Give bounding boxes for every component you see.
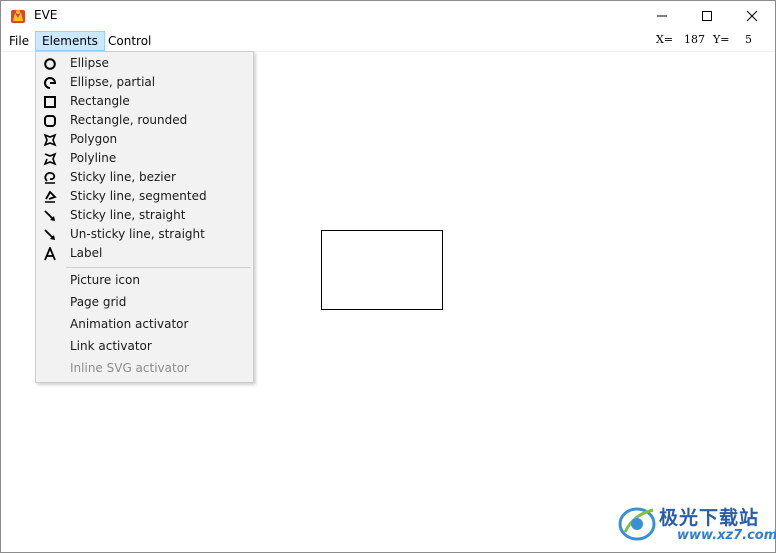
y-coord-value: 5	[745, 33, 752, 46]
menu-file[interactable]: File	[3, 32, 35, 50]
menu-item-picture-icon[interactable]: Picture icon	[36, 271, 253, 290]
title-bar[interactable]: EVE	[1, 1, 775, 31]
menu-item-label: Sticky line, straight	[70, 208, 186, 222]
x-coord-value: 187	[684, 33, 705, 46]
menu-item-sticky-bezier[interactable]: Sticky line, bezier	[36, 168, 253, 187]
maximize-button[interactable]	[684, 1, 730, 31]
rectangle-icon	[44, 96, 56, 108]
sticky-bezier-icon	[44, 171, 56, 184]
menu-item-polygon[interactable]: Polygon	[36, 130, 253, 149]
ellipse-icon	[44, 58, 56, 70]
minimize-button[interactable]	[639, 1, 685, 31]
polyline-icon	[43, 152, 57, 166]
menu-elements[interactable]: Elements	[35, 31, 105, 51]
app-window: EVE File Elements Control X= 187 Y= 5 El…	[0, 0, 776, 553]
menu-separator	[66, 267, 251, 268]
rectangle-rounded-icon	[44, 115, 56, 127]
menu-item-sticky-straight[interactable]: Sticky line, straight	[36, 206, 253, 225]
menu-item-unsticky-straight[interactable]: Un-sticky line, straight	[36, 225, 253, 244]
menu-item-label: Sticky line, segmented	[70, 189, 207, 203]
menu-item-label: Animation activator	[70, 317, 189, 331]
eve-app-icon	[11, 10, 25, 23]
watermark-text: 极光下载站	[659, 507, 760, 529]
menu-item-label: Picture icon	[70, 273, 140, 287]
menu-item-label: Sticky line, bezier	[70, 170, 176, 184]
menu-item-page-grid[interactable]: Page grid	[36, 293, 253, 312]
menu-control[interactable]: Control	[102, 32, 157, 50]
menu-item-animation-activator[interactable]: Animation activator	[36, 315, 253, 334]
elements-dropdown-menu: Ellipse Ellipse, partial Rectangle Recta…	[35, 51, 254, 383]
canvas-rectangle-element[interactable]	[321, 230, 443, 310]
minimize-icon	[657, 15, 667, 17]
maximize-icon	[702, 11, 712, 21]
x-coord-label: X=	[656, 33, 674, 46]
menu-item-label: Polyline	[70, 151, 117, 165]
sticky-segmented-icon	[45, 190, 57, 203]
sticky-straight-icon	[44, 210, 55, 221]
menu-item-label: Ellipse	[70, 56, 109, 70]
close-button[interactable]	[729, 1, 775, 31]
menu-item-inline-svg-activator: Inline SVG activator	[36, 359, 253, 378]
menu-item-link-activator[interactable]: Link activator	[36, 337, 253, 356]
close-icon	[746, 10, 758, 22]
menu-item-ellipse[interactable]: Ellipse	[36, 54, 253, 73]
ellipse-partial-icon	[44, 77, 57, 89]
menu-item-sticky-segmented[interactable]: Sticky line, segmented	[36, 187, 253, 206]
y-coord-label: Y=	[713, 33, 730, 46]
menu-item-label: Polygon	[70, 132, 118, 146]
watermark-url: www.xz7.com	[677, 528, 776, 543]
menu-item-label: Rectangle	[70, 94, 130, 108]
menu-item-rectangle[interactable]: Rectangle	[36, 92, 253, 111]
menu-item-label: Link activator	[70, 339, 152, 353]
menu-item-label[interactable]: Label	[36, 244, 253, 263]
menu-item-label: Un-sticky line, straight	[70, 227, 205, 241]
unsticky-straight-icon	[44, 229, 55, 240]
menu-item-ellipse-partial[interactable]: Ellipse, partial	[36, 73, 253, 92]
menu-item-rectangle-rounded[interactable]: Rectangle, rounded	[36, 111, 253, 130]
window-title: EVE	[34, 8, 58, 22]
menu-item-label: Page grid	[70, 295, 127, 309]
menu-item-label: Label	[70, 246, 103, 260]
menu-item-label: Inline SVG activator	[70, 361, 189, 375]
menu-item-label: Rectangle, rounded	[70, 113, 188, 127]
menu-item-label: Ellipse, partial	[70, 75, 156, 89]
label-icon	[44, 247, 56, 261]
polygon-icon	[43, 133, 57, 147]
menu-item-polyline[interactable]: Polyline	[36, 149, 253, 168]
